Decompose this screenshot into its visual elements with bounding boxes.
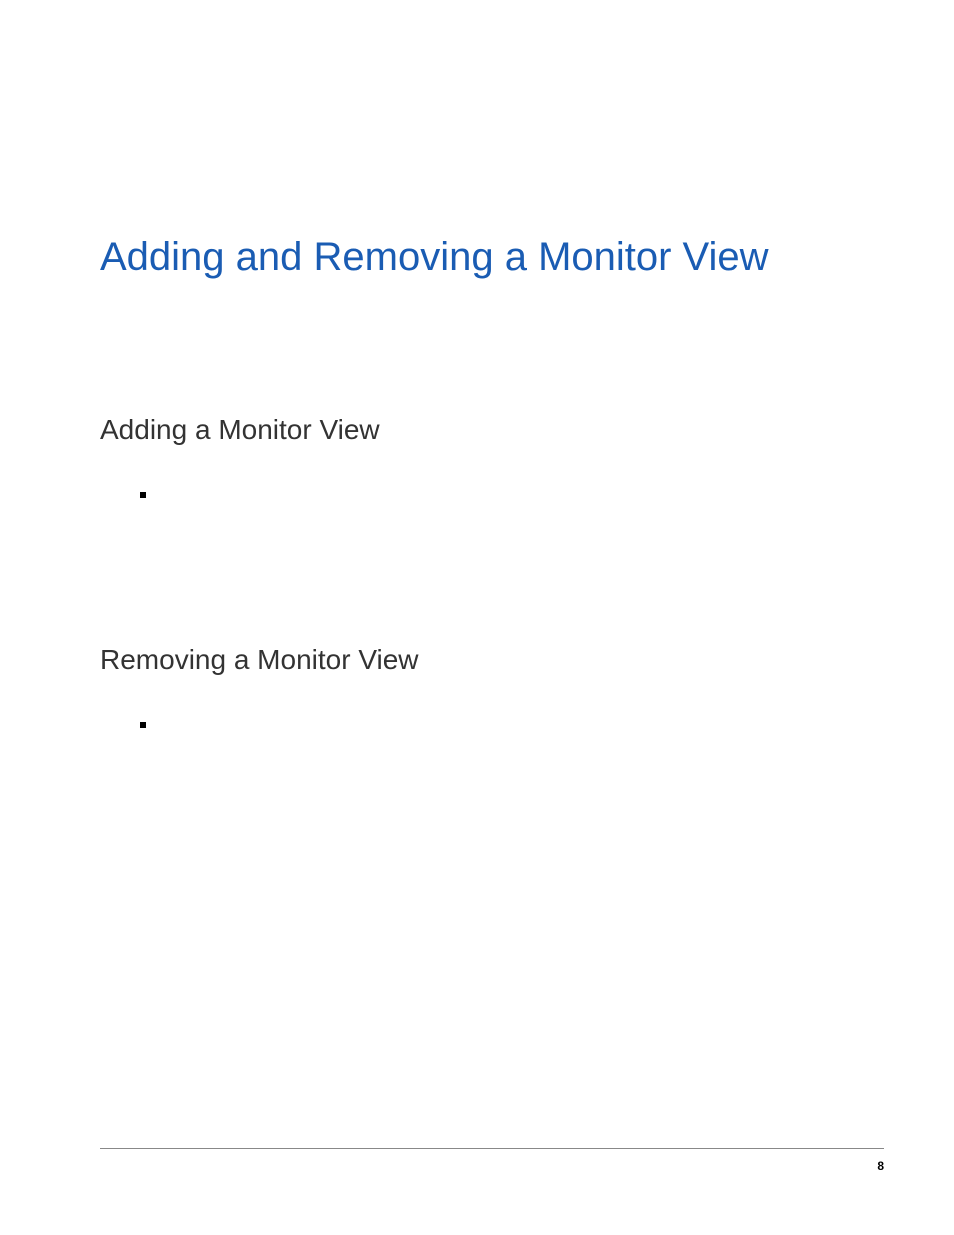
document-page: Adding and Removing a Monitor View Addin… — [0, 0, 954, 1235]
page-number: 8 — [877, 1159, 884, 1173]
page-title: Adding and Removing a Monitor View — [100, 230, 854, 284]
bullet-icon — [140, 722, 146, 728]
section-removing: Removing a Monitor View — [100, 644, 854, 734]
section-heading-removing: Removing a Monitor View — [100, 644, 854, 676]
bullet-icon — [140, 492, 146, 498]
section-heading-adding: Adding a Monitor View — [100, 414, 854, 446]
bullet-item — [140, 486, 854, 504]
section-adding: Adding a Monitor View — [100, 414, 854, 504]
bullet-item — [140, 716, 854, 734]
page-footer: 8 — [100, 1148, 884, 1175]
